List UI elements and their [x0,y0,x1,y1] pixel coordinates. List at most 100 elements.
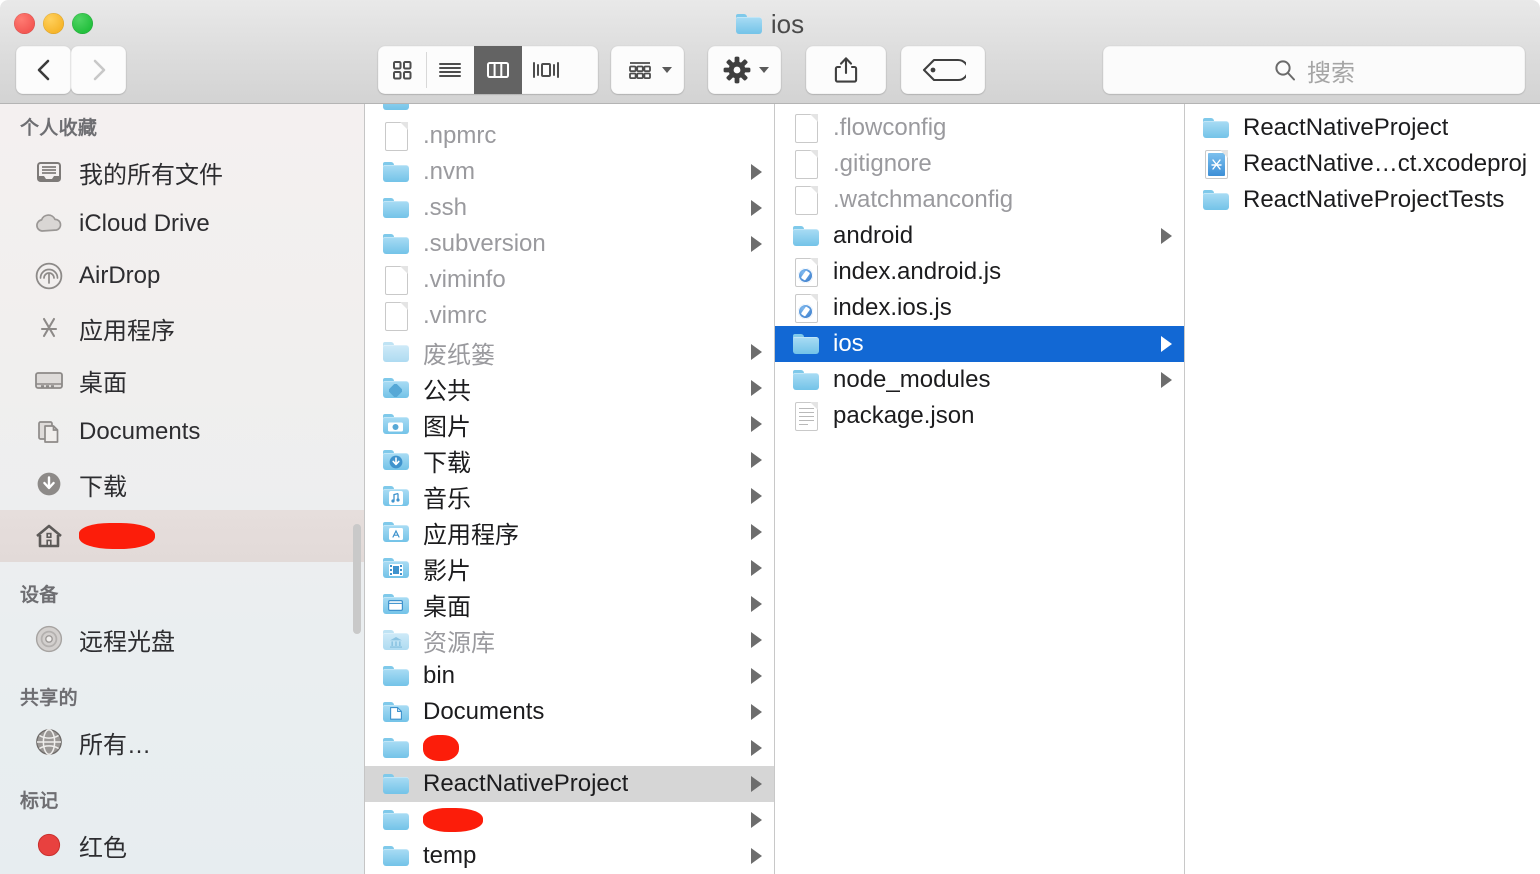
list-item[interactable]: index.ios.js [775,290,1184,326]
disclosure-arrow-icon[interactable] [751,560,762,576]
back-button[interactable] [16,46,71,94]
sidebar-item-remote-disc[interactable]: 远程光盘 [0,613,364,665]
sidebar-item-applications[interactable]: 应用程序 [0,302,364,354]
item-label: 下载 [423,449,471,477]
list-item[interactable]: ReactNativeProjectTests [1185,182,1540,218]
disclosure-arrow-icon[interactable] [751,740,762,756]
list-item[interactable]: index.android.js [775,254,1184,290]
share-button[interactable] [806,46,886,94]
tags-button[interactable] [901,46,985,94]
list-item[interactable]: 音乐 [365,478,774,514]
sidebar-item-documents[interactable]: Documents [0,406,364,458]
item-label: index.ios.js [833,294,952,321]
sidebar-item-icloud-drive[interactable]: iCloud Drive [0,198,364,250]
sidebar[interactable]: 个人收藏 我的所有文件 iCloud Drive AirDrop 应用程序 桌面… [0,104,365,874]
list-item[interactable]: temp [365,838,774,874]
disclosure-arrow-icon[interactable] [1161,372,1172,388]
downloads-icon [32,467,66,501]
list-item[interactable]: 图片 [365,406,774,442]
list-item[interactable]: ReactNative…ct.xcodeproj [1185,146,1540,182]
disclosure-arrow-icon[interactable] [751,416,762,432]
list-item[interactable]: .subversion [365,226,774,262]
sidebar-item-all-shared[interactable]: 所有… [0,716,364,768]
disclosure-arrow-icon[interactable] [751,848,762,864]
home-column[interactable]: .npmrc .nvm .ssh .subversion .viminfo .v… [365,104,775,874]
sidebar-item-home[interactable] [0,510,364,562]
list-item[interactable]: .flowconfig [775,110,1184,146]
disclosure-arrow-icon[interactable] [751,776,762,792]
folder-icon [381,805,411,835]
list-item[interactable]: ReactNativeProject [1185,110,1540,146]
sidebar-item-tag-red[interactable]: 红色 [0,819,364,871]
disclosure-arrow-icon[interactable] [751,452,762,468]
gallery-view-button[interactable] [522,46,570,94]
applications-folder-icon [381,517,411,547]
disclosure-arrow-icon[interactable] [751,812,762,828]
list-item[interactable]: bin [365,658,774,694]
gear-icon [723,56,751,84]
list-item[interactable]: 废纸篓 [365,334,774,370]
disclosure-arrow-icon[interactable] [1161,336,1172,352]
action-button[interactable] [708,46,781,94]
list-item[interactable]: node_modules [775,362,1184,398]
list-item[interactable]: 桌面 [365,586,774,622]
list-item[interactable]: 应用程序 [365,514,774,550]
list-item[interactable]: .viminfo [365,262,774,298]
action-menu[interactable] [708,46,781,94]
list-item[interactable]: package.json [775,398,1184,434]
sidebar-scrollbar[interactable] [353,524,361,634]
sidebar-item-airdrop[interactable]: AirDrop [0,250,364,302]
disclosure-arrow-icon[interactable] [751,380,762,396]
list-item[interactable] [365,104,774,118]
folder-icon [381,733,411,763]
disclosure-arrow-icon[interactable] [751,632,762,648]
item-label: ReactNativeProject [423,770,629,797]
disclosure-arrow-icon[interactable] [751,488,762,504]
sidebar-item-downloads[interactable]: 下载 [0,458,364,510]
column-view-button[interactable] [474,46,522,94]
disclosure-arrow-icon[interactable] [751,344,762,360]
disclosure-arrow-icon[interactable] [751,236,762,252]
disclosure-arrow-icon[interactable] [751,524,762,540]
list-item[interactable]: .vimrc [365,298,774,334]
sidebar-section-tags-header: 标记 [20,791,59,812]
list-item[interactable] [365,730,774,766]
arrange-button[interactable] [611,46,684,94]
arrange-menu[interactable] [611,46,684,94]
list-item[interactable]: 影片 [365,550,774,586]
list-item[interactable]: 公共 [365,370,774,406]
list-item[interactable]: .npmrc [365,118,774,154]
list-view-button[interactable] [426,46,474,94]
sidebar-item-all-my-files[interactable]: 我的所有文件 [0,146,364,198]
icon-view-button[interactable] [378,46,426,94]
list-item[interactable]: 下载 [365,442,774,478]
disclosure-arrow-icon[interactable] [751,164,762,180]
list-item[interactable] [365,802,774,838]
folder-icon [381,157,411,187]
ios-column[interactable]: ReactNativeProject ReactNative…ct.xcodep… [1185,104,1540,874]
list-item[interactable]: ReactNativeProject [365,766,774,802]
sidebar-section-devices-header: 设备 [20,585,59,606]
disclosure-arrow-icon[interactable] [751,596,762,612]
item-label: .nvm [423,158,476,185]
share-icon [834,57,858,83]
disclosure-arrow-icon[interactable] [1161,228,1172,244]
disclosure-arrow-icon[interactable] [751,200,762,216]
forward-button[interactable] [71,46,126,94]
disclosure-arrow-icon[interactable] [751,668,762,684]
list-item[interactable]: 资源库 [365,622,774,658]
list-item[interactable]: Documents [365,694,774,730]
list-item[interactable]: .nvm [365,154,774,190]
list-item[interactable]: .watchmanconfig [775,182,1184,218]
list-item[interactable]: android [775,218,1184,254]
item-label: android [833,222,914,249]
list-item[interactable]: .gitignore [775,146,1184,182]
project-column[interactable]: .flowconfig .gitignore .watchmanconfig a… [775,104,1185,874]
list-item[interactable]: ios [775,326,1184,362]
list-item[interactable]: .ssh [365,190,774,226]
item-label: .ssh [423,194,468,221]
text-doc-icon [791,401,821,431]
sidebar-item-desktop[interactable]: 桌面 [0,354,364,406]
search-field[interactable]: 搜索 [1103,46,1525,94]
disclosure-arrow-icon[interactable] [751,704,762,720]
